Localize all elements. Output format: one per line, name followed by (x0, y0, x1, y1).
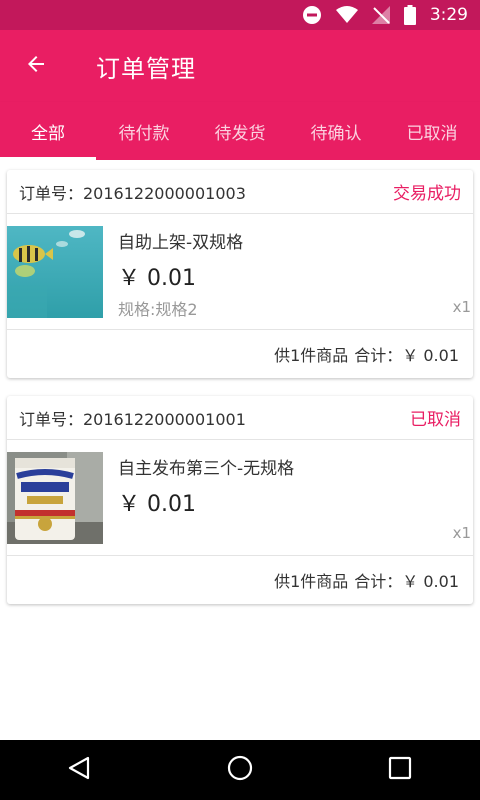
tab-cancelled[interactable]: 已取消 (384, 102, 480, 160)
back-triangle-icon (67, 755, 93, 785)
order-card[interactable]: 订单号：2016122000001001 已取消 自主发布第三个-无规格 ￥ 0… (7, 396, 473, 604)
status-bar: 3:29 (0, 0, 480, 30)
order-header: 订单号：2016122000001001 已取消 (7, 396, 473, 440)
product-name: 自主发布第三个-无规格 (118, 459, 295, 479)
nav-back-button[interactable] (40, 740, 120, 800)
page-title: 订单管理 (96, 54, 196, 83)
product-image (7, 452, 103, 544)
order-item[interactable]: 自主发布第三个-无规格 ￥ 0.01 x1 (7, 440, 473, 556)
order-number: 订单号：2016122000001001 (19, 409, 246, 429)
order-total: 合计：￥ 0.01 (354, 346, 459, 365)
tab-all[interactable]: 全部 (0, 102, 96, 160)
order-header: 订单号：2016122000001003 交易成功 (7, 170, 473, 214)
product-quantity: x1 (452, 524, 471, 542)
product-name: 自助上架-双规格 (118, 233, 244, 253)
product-price: ￥ 0.01 (118, 492, 196, 517)
product-price: ￥ 0.01 (118, 266, 196, 291)
order-total: 合计：￥ 0.01 (354, 572, 459, 591)
arrow-left-icon (24, 52, 48, 80)
battery-icon (403, 5, 416, 25)
no-signal-icon (371, 6, 390, 24)
tab-bar: 全部 待付款 待发货 待确认 已取消 (0, 102, 480, 160)
order-card[interactable]: 订单号：2016122000001003 交易成功 自助上架-双规格 ￥ 0.0… (7, 170, 473, 378)
item-count: 供1件商品 (274, 572, 349, 591)
product-spec: 规格:规格2 (118, 300, 198, 319)
tab-pending-payment[interactable]: 待付款 (96, 102, 192, 160)
do-not-disturb-icon (302, 5, 322, 25)
order-list: 订单号：2016122000001003 交易成功 自助上架-双规格 ￥ 0.0… (0, 160, 480, 740)
order-number: 订单号：2016122000001003 (19, 183, 246, 203)
order-summary: 供1件商品 合计：￥ 0.01 (7, 556, 473, 604)
home-circle-icon (226, 754, 254, 786)
nav-recents-button[interactable] (360, 740, 440, 800)
status-time: 3:29 (429, 5, 468, 25)
tab-pending-confirm[interactable]: 待确认 (288, 102, 384, 160)
product-image (7, 226, 103, 318)
product-quantity: x1 (452, 298, 471, 316)
tab-pending-shipment[interactable]: 待发货 (192, 102, 288, 160)
order-summary: 供1件商品 合计：￥ 0.01 (7, 330, 473, 378)
order-status: 交易成功 (393, 184, 461, 204)
wifi-icon (335, 6, 358, 24)
order-status: 已取消 (410, 410, 461, 430)
system-nav-bar (0, 740, 480, 800)
nav-home-button[interactable] (200, 740, 280, 800)
back-button[interactable] (0, 30, 72, 102)
order-item[interactable]: 自助上架-双规格 ￥ 0.01 规格:规格2 x1 (7, 214, 473, 330)
app-bar: 订单管理 (0, 30, 480, 102)
recents-square-icon (388, 756, 412, 784)
item-count: 供1件商品 (274, 346, 349, 365)
